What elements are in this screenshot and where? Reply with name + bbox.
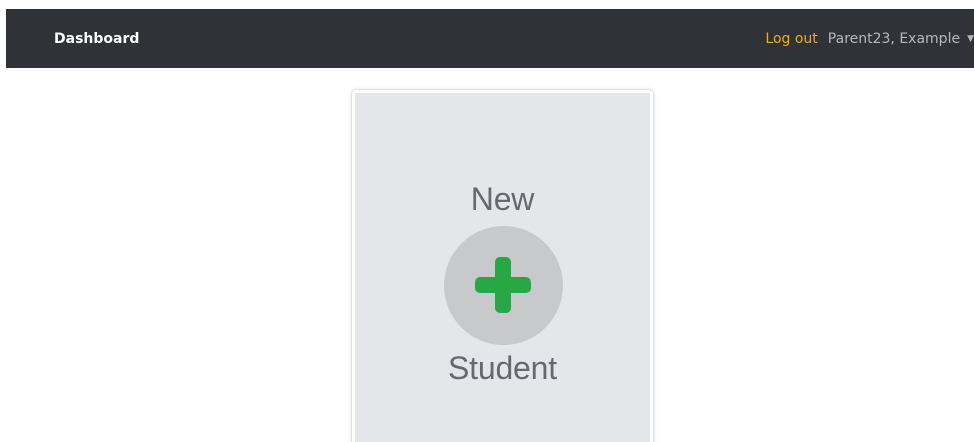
user-menu-toggle[interactable]: Parent23, Example ▼ [828,30,974,48]
top-navbar: Dashboard Log out Parent23, Example ▼ [6,9,974,68]
logout-link[interactable]: Log out [765,30,817,48]
navbar-right: Log out Parent23, Example ▼ [765,30,974,48]
caret-down-icon: ▼ [967,34,974,44]
add-student-button[interactable] [444,226,563,345]
user-name: Parent23, Example [827,31,961,47]
card-title-new: New [470,181,535,217]
plus-icon [475,257,531,313]
page: Dashboard Log out Parent23, Example ▼ Ne… [0,0,974,442]
card-title-student: Student [448,350,557,386]
dashboard-link[interactable]: Dashboard [54,30,139,48]
new-student-card[interactable]: New Student [352,90,653,442]
